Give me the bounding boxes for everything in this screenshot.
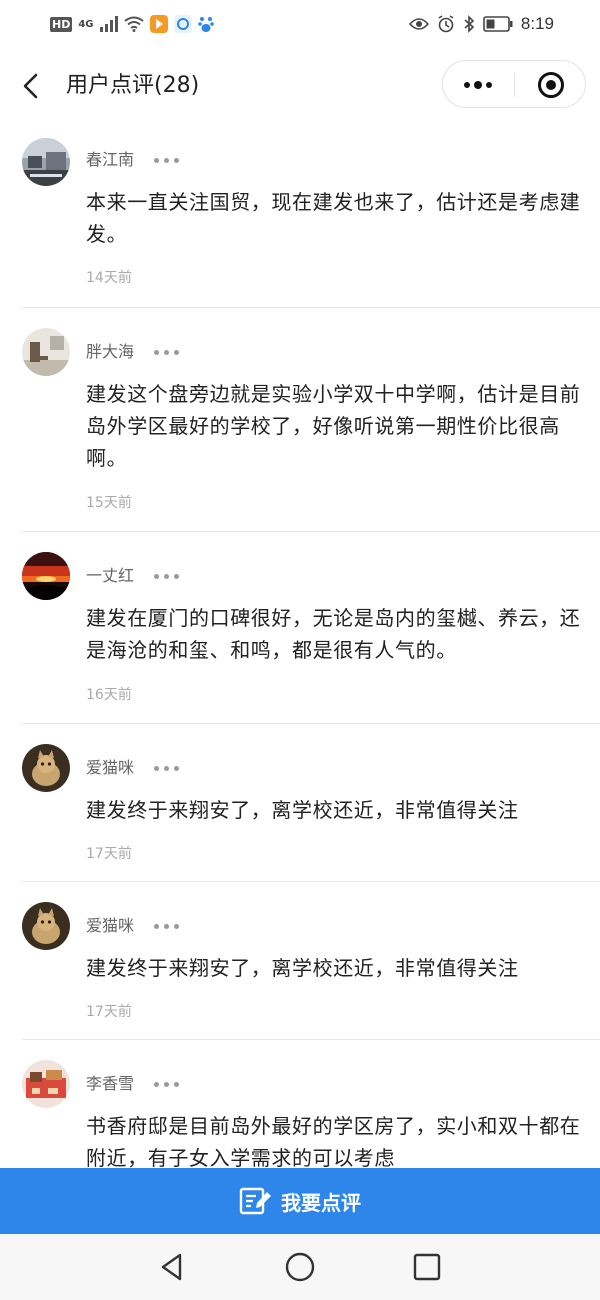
review-item: 爱猫咪 建发终于来翔安了，离学校还近，非常值得关注 17天前 [0, 882, 600, 1040]
triangle-back-icon [161, 1253, 182, 1281]
review-text: 建发终于来翔安了，离学校还近，非常值得关注 [86, 798, 519, 822]
review-item: 李香雪 书香府邸是目前岛外最好的学区房了，实小和双十都在附近，有子女入学需求的可… [0, 1040, 600, 1168]
avatar[interactable] [22, 902, 70, 950]
browser-app-icon [173, 15, 192, 33]
status-bar: HD 4G 8:19 [0, 0, 600, 48]
review-item: 一丈红 建发在厦门的口碑很好，无论是岛内的玺樾、养云，还是海沧的和玺、和鸣，都是… [0, 532, 600, 724]
review-text: 建发在厦门的口碑很好，无论是岛内的玺樾、养云，还是海沧的和玺、和鸣，都是很有人气… [86, 606, 581, 662]
review-text: 建发终于来翔安了，离学校还近，非常值得关注 [86, 956, 519, 980]
baidu-app-icon [197, 17, 214, 32]
nav-back-button[interactable] [155, 1250, 189, 1284]
network-type: 4G [78, 18, 94, 30]
review-list[interactable]: 春江南 本来一直关注国贸，现在建发也来了，估计还是考虑建发。 14天前 胖大海 … [0, 126, 600, 1168]
review-more-button[interactable] [154, 758, 179, 778]
edit-note-icon [239, 1187, 271, 1215]
review-time: 17天前 [86, 1004, 132, 1020]
review-more-button[interactable] [154, 566, 179, 586]
review-time: 16天前 [86, 687, 132, 703]
eye-icon [408, 18, 429, 30]
write-review-label: 我要点评 [281, 1190, 361, 1215]
alarm-icon [438, 15, 454, 33]
review-more-button[interactable] [154, 916, 179, 936]
avatar[interactable] [22, 744, 70, 792]
status-right: 8:19 [408, 12, 554, 36]
review-more-button[interactable] [154, 342, 179, 362]
nav-home-button[interactable] [283, 1250, 317, 1284]
hd-badge: HD [50, 16, 73, 32]
square-recents-icon [413, 1253, 441, 1281]
circle-home-icon [285, 1252, 315, 1282]
mini-program-capsule [442, 60, 586, 108]
write-review-button[interactable]: 我要点评 [0, 1168, 600, 1234]
review-item: 爱猫咪 建发终于来翔安了，离学校还近，非常值得关注 17天前 [0, 724, 600, 882]
nav-recents-button[interactable] [410, 1250, 444, 1284]
username: 胖大海 [86, 342, 135, 361]
battery-icon [483, 16, 513, 32]
bluetooth-icon [464, 15, 475, 33]
status-time: 8:19 [520, 14, 554, 33]
page-title: 用户点评(28) [66, 73, 200, 98]
review-more-button[interactable] [154, 150, 179, 170]
review-time: 14天前 [86, 270, 132, 286]
username: 爱猫咪 [86, 916, 135, 935]
status-left: HD 4G [50, 12, 214, 36]
review-time: 17天前 [86, 846, 132, 862]
review-item: 胖大海 建发这个盘旁边就是实验小学双十中学啊，估计是目前岛外学区最好的学校了，好… [0, 308, 600, 532]
system-nav-bar [0, 1234, 600, 1300]
wifi-icon [123, 16, 144, 32]
page-header: 用户点评(28) [0, 48, 600, 126]
video-app-icon [149, 15, 168, 33]
avatar[interactable] [22, 328, 70, 376]
review-time: 15天前 [86, 495, 132, 511]
target-close-icon [538, 72, 564, 98]
more-dots-icon [464, 81, 492, 89]
avatar[interactable] [22, 552, 70, 600]
username: 春江南 [86, 150, 135, 169]
review-text: 本来一直关注国贸，现在建发也来了，估计还是考虑建发。 [86, 190, 581, 246]
username: 李香雪 [86, 1074, 135, 1093]
review-more-button[interactable] [154, 1074, 179, 1094]
username: 爱猫咪 [86, 758, 135, 777]
avatar[interactable] [22, 138, 70, 186]
close-button[interactable] [515, 61, 587, 109]
signal-icon [99, 16, 118, 32]
review-item: 春江南 本来一直关注国贸，现在建发也来了，估计还是考虑建发。 14天前 [0, 126, 600, 308]
back-button[interactable] [14, 68, 50, 104]
more-button[interactable] [443, 61, 514, 109]
review-text: 建发这个盘旁边就是实验小学双十中学啊，估计是目前岛外学区最好的学校了，好像听说第… [86, 382, 581, 470]
username: 一丈红 [86, 566, 135, 585]
review-text: 书香府邸是目前岛外最好的学区房了，实小和双十都在附近，有子女入学需求的可以考虑 [86, 1114, 581, 1168]
chevron-left-icon [23, 73, 38, 99]
avatar[interactable] [22, 1060, 70, 1108]
